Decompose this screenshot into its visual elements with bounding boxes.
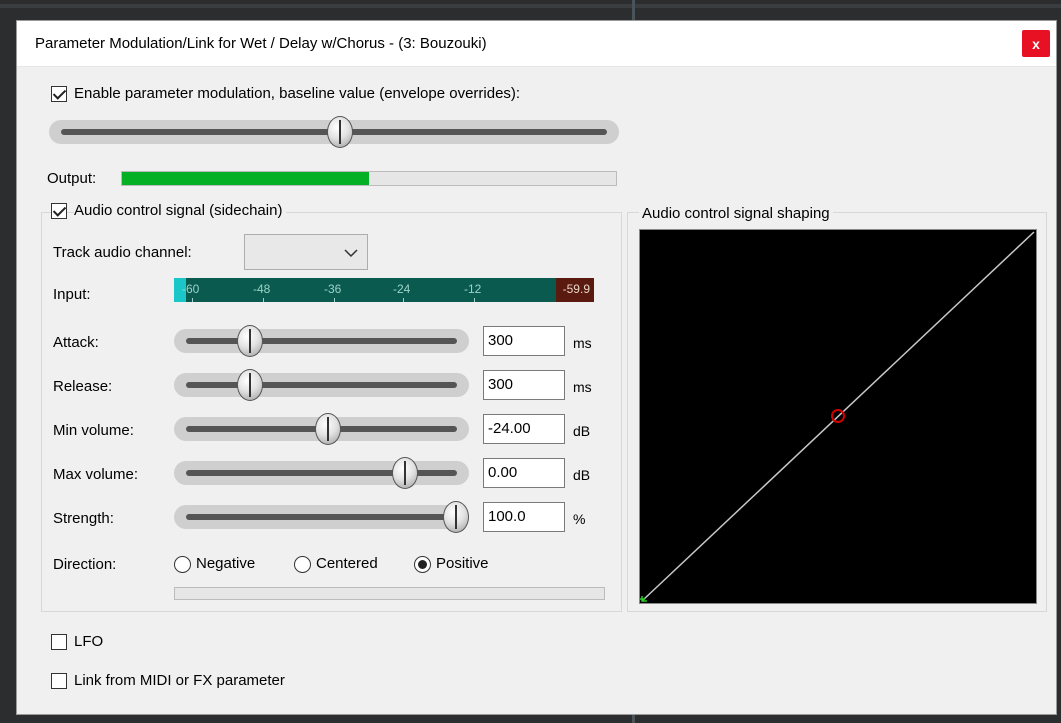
title-bar[interactable]: Parameter Modulation/Link for Wet / Dela… <box>17 21 1056 67</box>
direction-meter <box>174 587 605 600</box>
input-meter-tick-label: -48 <box>253 282 271 296</box>
audio-control-group <box>41 212 622 612</box>
param-value-field[interactable]: -24.00 <box>483 414 565 444</box>
background-track <box>0 4 1061 8</box>
link-label: Link from MIDI or FX parameter <box>74 672 285 689</box>
close-button[interactable]: x <box>1022 30 1050 57</box>
param-slider[interactable] <box>174 501 469 533</box>
input-meter-peak: -59.9 <box>562 282 590 296</box>
param-unit: % <box>573 511 586 527</box>
param-unit: dB <box>573 467 591 483</box>
param-unit: dB <box>573 423 591 439</box>
param-label: Strength: <box>53 510 114 527</box>
shaping-curve-svg <box>640 231 1035 602</box>
output-label: Output: <box>47 170 97 187</box>
param-unit: ms <box>573 379 592 395</box>
param-label: Release: <box>53 378 113 395</box>
param-slider-knob[interactable] <box>314 413 341 445</box>
direction-negative-radio[interactable] <box>174 556 191 573</box>
baseline-slider-knob[interactable] <box>327 116 353 148</box>
audio-control-checkbox[interactable] <box>51 203 67 219</box>
shaping-label: Audio control signal shaping <box>639 205 833 222</box>
input-meter: -60 -48 -36 -24 -12 -59.9 <box>174 278 594 302</box>
param-slider-knob[interactable] <box>237 369 264 401</box>
input-meter-tick <box>474 298 475 302</box>
lfo-label: LFO <box>74 633 104 650</box>
param-unit: ms <box>573 335 592 351</box>
lfo-checkbox[interactable] <box>51 634 67 650</box>
input-meter-tick <box>192 298 193 302</box>
input-meter-tick <box>403 298 404 302</box>
shaping-curve-line <box>641 231 1035 602</box>
param-label: Min volume: <box>53 422 134 439</box>
param-value-field[interactable]: 300 <box>483 370 565 400</box>
input-meter-tick-label: -12 <box>464 282 482 296</box>
baseline-slider[interactable] <box>49 116 619 148</box>
parameter-modulation-dialog: Parameter Modulation/Link for Wet / Dela… <box>16 20 1057 715</box>
param-slider[interactable] <box>174 325 469 357</box>
param-value-field[interactable]: 100.0 <box>483 502 565 532</box>
input-meter-tick-label: -36 <box>324 282 342 296</box>
input-meter-tick-label: -60 <box>182 282 200 296</box>
enable-modulation-checkbox[interactable] <box>51 86 67 102</box>
param-slider-knob[interactable] <box>237 325 264 357</box>
param-slider[interactable] <box>174 413 469 445</box>
direction-positive-radio[interactable] <box>414 556 431 573</box>
param-slider-knob[interactable] <box>443 501 469 533</box>
param-slider[interactable] <box>174 457 469 489</box>
param-label: Attack: <box>53 334 99 351</box>
shaping-curve-editor[interactable] <box>639 229 1037 604</box>
direction-option-label: Positive <box>436 555 489 572</box>
input-meter-tick-label: -24 <box>393 282 411 296</box>
direction-label: Direction: <box>53 556 117 573</box>
param-label: Max volume: <box>53 466 139 483</box>
track-channel-label: Track audio channel: <box>53 244 192 261</box>
output-meter-fill <box>122 172 369 185</box>
direction-option-label: Centered <box>316 555 378 572</box>
input-meter-tick <box>334 298 335 302</box>
output-meter <box>121 171 617 186</box>
track-channel-dropdown[interactable] <box>244 234 368 270</box>
param-value-field[interactable]: 300 <box>483 326 565 356</box>
direction-centered-radio[interactable] <box>294 556 311 573</box>
link-checkbox[interactable] <box>51 673 67 689</box>
audio-control-label: Audio control signal (sidechain) <box>74 202 287 219</box>
input-meter-tick <box>263 298 264 302</box>
direction-option-label: Negative <box>196 555 256 572</box>
window-title: Parameter Modulation/Link for Wet / Dela… <box>35 35 487 52</box>
param-slider[interactable] <box>174 369 469 401</box>
param-value-field[interactable]: 0.00 <box>483 458 565 488</box>
param-slider-knob[interactable] <box>391 457 418 489</box>
input-label: Input: <box>53 286 91 303</box>
enable-modulation-label: Enable parameter modulation, baseline va… <box>74 85 521 102</box>
chevron-down-icon <box>344 249 358 258</box>
